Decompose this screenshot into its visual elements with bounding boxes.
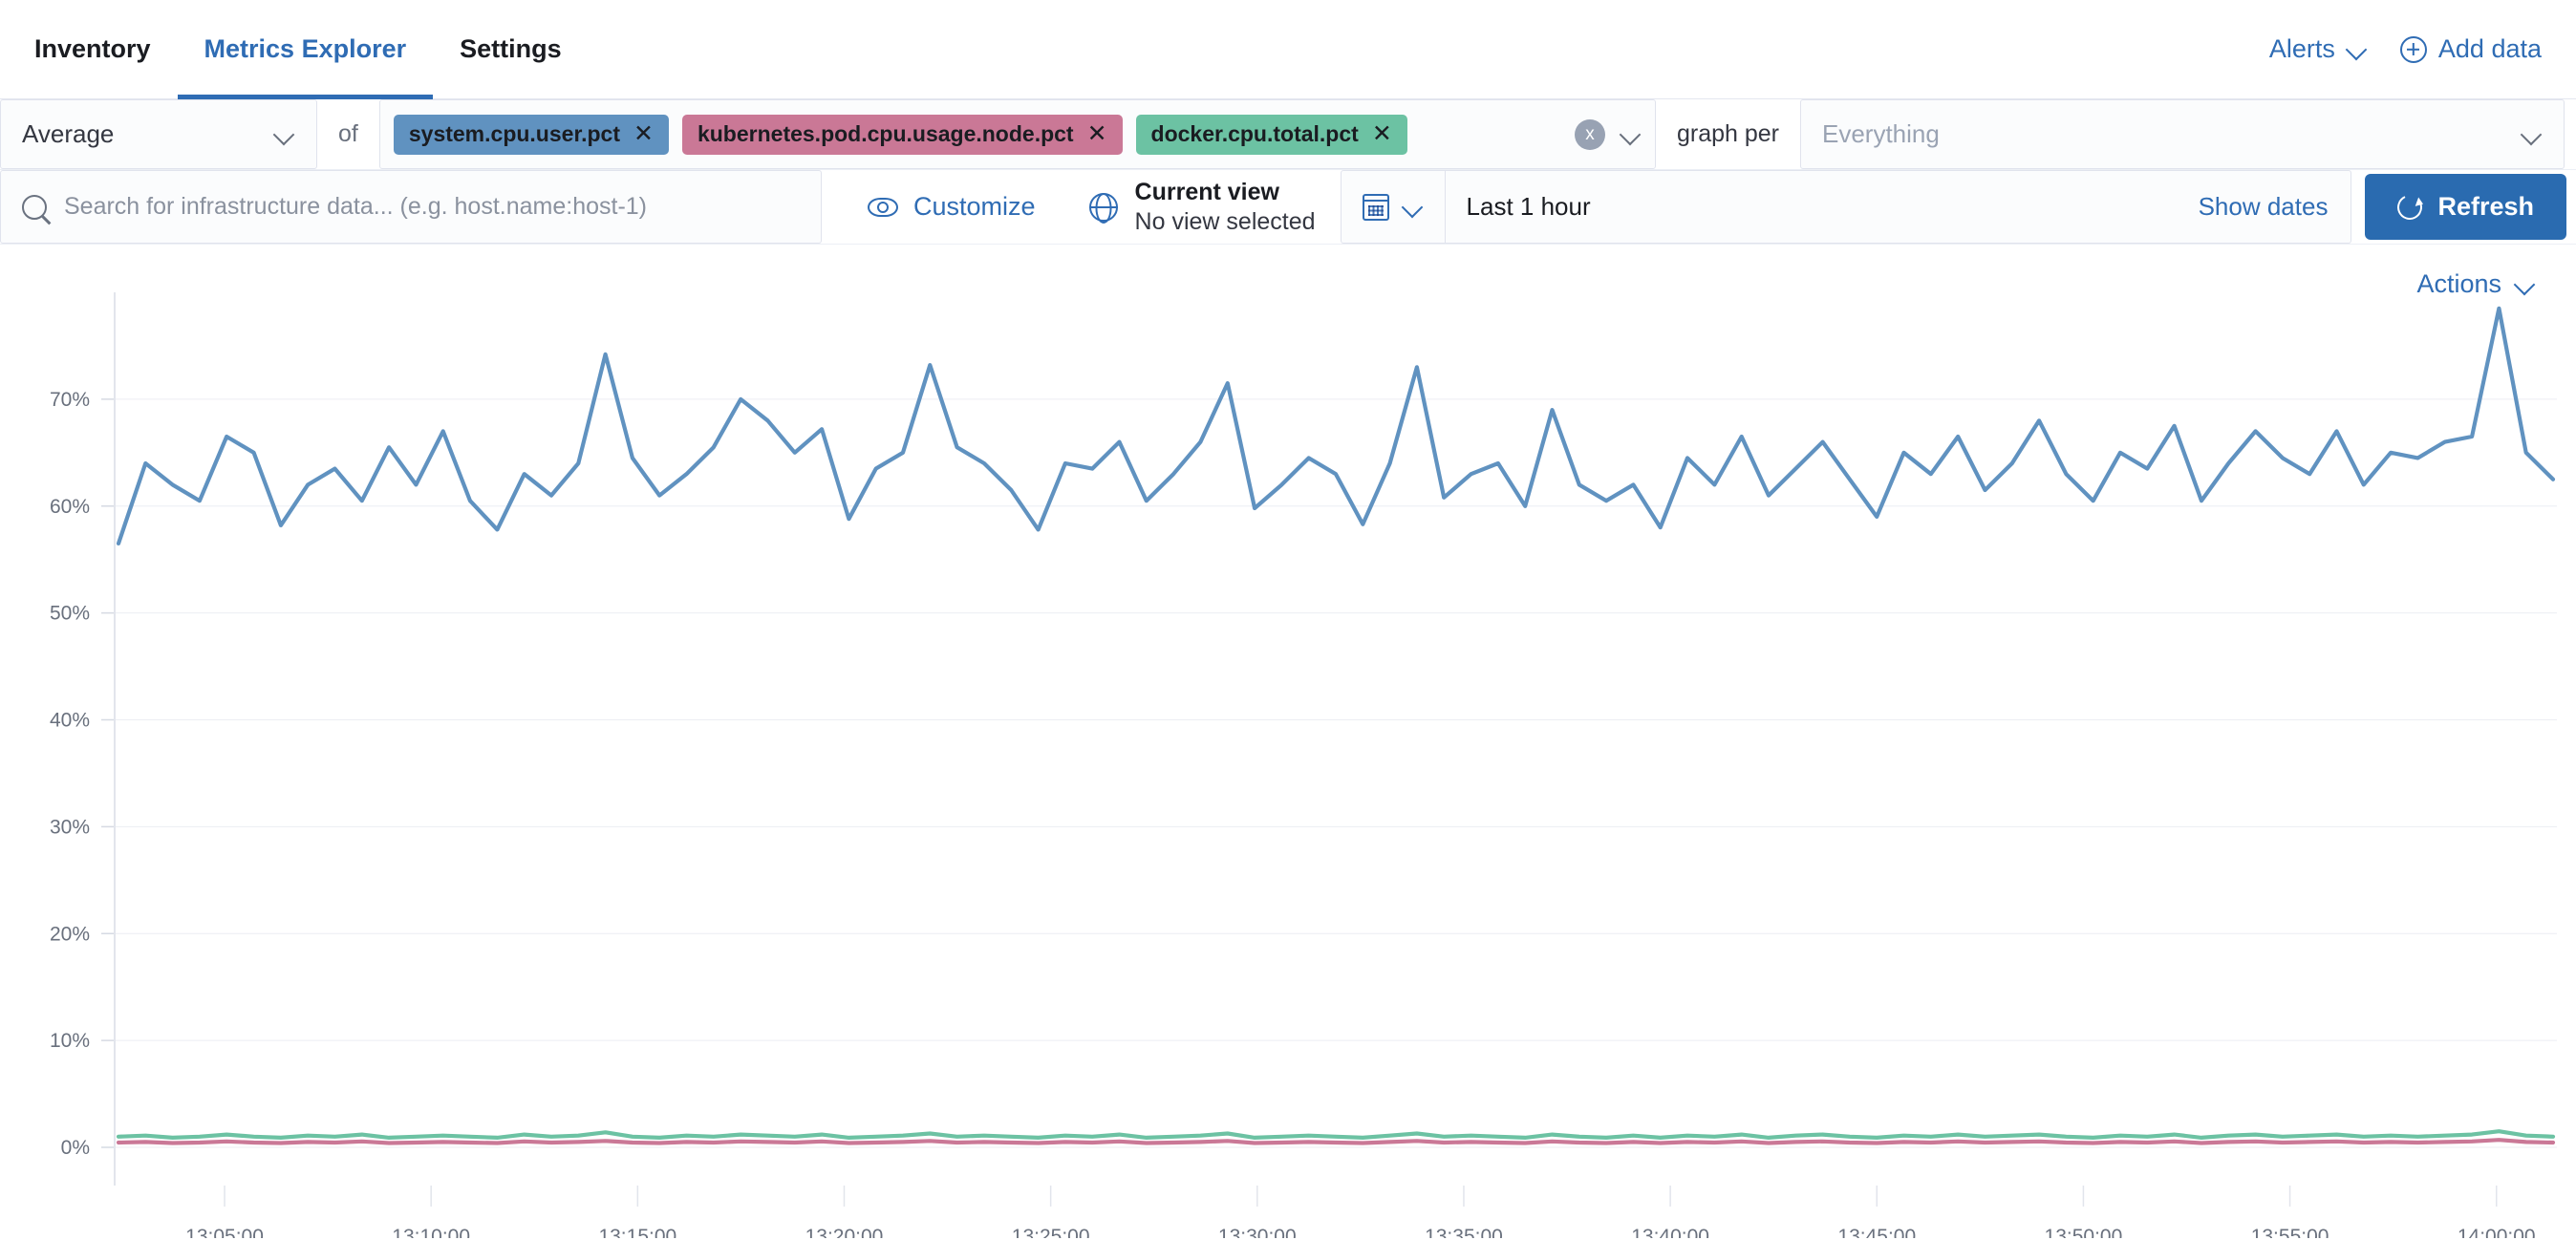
metric-chip[interactable]: system.cpu.user.pct ✕ (393, 114, 669, 155)
tab-settings-label: Settings (460, 34, 562, 63)
remove-metric-icon[interactable]: ✕ (1087, 122, 1107, 146)
chevron-down-icon (274, 124, 295, 145)
svg-text:13:35:00: 13:35:00 (1425, 1226, 1503, 1238)
current-view-subtitle: No view selected (1134, 207, 1316, 235)
svg-text:13:40:00: 13:40:00 (1631, 1226, 1709, 1238)
alerts-label: Alerts (2268, 34, 2335, 63)
svg-text:30%: 30% (50, 816, 90, 838)
graph-per-text: graph per (1676, 120, 1779, 147)
show-dates-button[interactable]: Show dates (2176, 171, 2351, 243)
chart-actions-button[interactable]: Actions (2416, 269, 2536, 299)
tab-inventory-label: Inventory (34, 34, 151, 63)
date-quick-select-button[interactable] (1342, 171, 1446, 243)
globe-icon (1088, 192, 1118, 222)
svg-text:13:45:00: 13:45:00 (1837, 1226, 1916, 1238)
current-view-control[interactable]: Current view No view selected (1064, 170, 1341, 244)
remove-metric-icon[interactable]: ✕ (633, 122, 654, 146)
clear-metrics-glyph: x (1585, 123, 1595, 144)
metric-chip[interactable]: docker.cpu.total.pct ✕ (1135, 114, 1407, 155)
metric-chip-label: kubernetes.pod.cpu.usage.node.pct (697, 121, 1074, 146)
customize-button[interactable]: Customize (822, 170, 1064, 244)
chevron-down-icon (2515, 274, 2536, 295)
date-range-value: Last 1 hour (1466, 192, 1591, 221)
svg-text:13:15:00: 13:15:00 (598, 1226, 676, 1238)
group-by-placeholder: Everything (1822, 119, 1940, 148)
svg-text:0%: 0% (61, 1137, 90, 1159)
svg-text:13:05:00: 13:05:00 (185, 1226, 264, 1238)
refresh-button[interactable]: Refresh (2365, 174, 2566, 240)
svg-text:60%: 60% (50, 496, 90, 518)
aggregation-selected-value: Average (22, 119, 115, 148)
search-icon (22, 194, 47, 220)
metrics-combobox[interactable]: system.cpu.user.pct ✕ kubernetes.pod.cpu… (378, 99, 1656, 169)
metrics-line-chart[interactable]: 0% 10% 20% 30% 40% 50% 60% 70% 13:05:00 13:10:00 1… (0, 245, 2576, 1238)
refresh-icon (2394, 190, 2427, 224)
tab-list: Inventory Metrics Explorer Settings (34, 0, 589, 99)
top-navigation: Inventory Metrics Explorer Settings Aler… (0, 0, 2576, 99)
svg-text:13:55:00: 13:55:00 (2251, 1226, 2329, 1238)
chart-actions-label: Actions (2416, 269, 2501, 298)
clear-metrics-icon[interactable]: x (1574, 118, 1605, 150)
svg-text:10%: 10% (50, 1030, 90, 1052)
date-range-input[interactable]: Last 1 hour (1446, 171, 2176, 243)
chevron-down-icon[interactable] (1621, 124, 1642, 145)
current-view-title: Current view (1134, 179, 1279, 205)
plus-circle-icon (2399, 35, 2427, 63)
chart-panel: Actions 0% 10% 20% 30% 40% 50% 60% 70% 13:05:00 1… (0, 245, 2576, 1238)
metric-chip[interactable]: kubernetes.pod.cpu.usage.node.pct ✕ (681, 114, 1123, 155)
search-bar[interactable]: Search for infrastructure data... (e.g. … (0, 170, 822, 244)
of-label: of (317, 99, 379, 169)
graph-per-label: graph per (1656, 99, 1800, 169)
metrics-combobox-controls: x (1559, 118, 1642, 150)
svg-text:13:50:00: 13:50:00 (2045, 1226, 2123, 1238)
tab-metrics-explorer-label: Metrics Explorer (204, 34, 407, 63)
svg-text:50%: 50% (50, 603, 90, 625)
remove-metric-icon[interactable]: ✕ (1372, 122, 1392, 146)
aggregation-select[interactable]: Average (0, 99, 317, 169)
metric-chip-label: system.cpu.user.pct (408, 121, 621, 146)
refresh-label: Refresh (2437, 192, 2534, 221)
calendar-icon (1362, 193, 1389, 221)
tab-inventory[interactable]: Inventory (34, 0, 178, 99)
tab-settings[interactable]: Settings (433, 0, 589, 99)
svg-text:70%: 70% (50, 389, 90, 411)
date-picker: Last 1 hour Show dates (1340, 170, 2352, 244)
svg-text:13:20:00: 13:20:00 (805, 1226, 884, 1238)
show-dates-label: Show dates (2198, 192, 2329, 221)
chevron-down-icon (2522, 124, 2543, 145)
svg-text:13:25:00: 13:25:00 (1012, 1226, 1090, 1238)
tab-metrics-explorer[interactable]: Metrics Explorer (177, 0, 434, 99)
top-navigation-actions: Alerts Add data (2269, 34, 2542, 64)
add-data-label: Add data (2437, 34, 2542, 63)
svg-text:40%: 40% (50, 710, 90, 732)
metric-chip-label: docker.cpu.total.pct (1150, 121, 1359, 146)
svg-text:13:30:00: 13:30:00 (1218, 1226, 1297, 1238)
search-input[interactable]: Search for infrastructure data... (e.g. … (64, 193, 647, 221)
chevron-down-icon (2347, 39, 2368, 60)
group-by-select[interactable]: Everything (1800, 99, 2565, 169)
svg-text:20%: 20% (50, 923, 90, 945)
add-data-button[interactable]: Add data (2399, 34, 2542, 64)
aggregation-row: Average of system.cpu.user.pct ✕ kuberne… (0, 99, 2576, 170)
eye-icon (868, 197, 898, 217)
chevron-down-icon (1403, 197, 1424, 218)
current-view-text: Current view No view selected (1135, 178, 1316, 236)
of-text: of (338, 120, 358, 147)
customize-label: Customize (913, 192, 1036, 221)
svg-text:14:00:00: 14:00:00 (2458, 1226, 2536, 1238)
alerts-menu-button[interactable]: Alerts (2269, 34, 2368, 64)
svg-text:13:10:00: 13:10:00 (392, 1226, 470, 1238)
toolbar-row: Search for infrastructure data... (e.g. … (0, 170, 2576, 245)
